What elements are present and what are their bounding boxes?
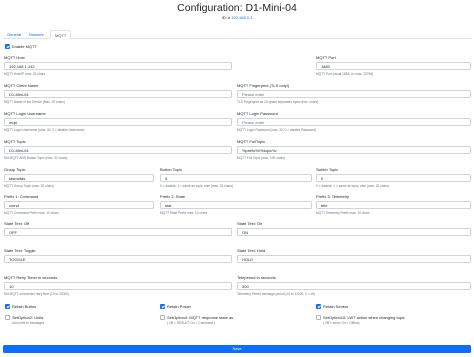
enable-mqtt-checkbox[interactable] bbox=[5, 44, 10, 49]
retain-power-label: Retain Power bbox=[167, 304, 192, 309]
mqtt-host-label: MQTT Host bbox=[4, 55, 25, 60]
setoption4-help: ( Off = RESULT; On = Command ) bbox=[167, 321, 216, 325]
state-off-label: State Text: Off bbox=[4, 221, 30, 226]
group-topic-input[interactable]: tasmotas bbox=[4, 174, 154, 182]
tab-mqtt[interactable]: MQTT bbox=[50, 30, 72, 39]
retain-sensor-label: Retain Sensor bbox=[323, 304, 349, 309]
prefix-telemetry-input[interactable]: tele bbox=[316, 201, 471, 209]
save-button[interactable]: Save bbox=[3, 345, 471, 353]
mqtt-port-label: MQTT Port bbox=[316, 55, 336, 60]
full-topic-input[interactable]: %prefix%/%topic%/ bbox=[237, 146, 471, 154]
teleperiod-label: Teleperiod in seconds bbox=[237, 275, 276, 280]
prefix-command-help: MQTT Command Prefix max. 10 chars bbox=[4, 211, 59, 215]
device-id: ID: # 192.168.0.3 bbox=[0, 15, 474, 20]
setoption10-help: ( Off = send; On = Offline) bbox=[323, 321, 360, 325]
full-topic-label: MQTT FullTopic bbox=[237, 139, 266, 144]
group-topic-label: Group Topic bbox=[4, 167, 26, 172]
state-on-label: State Text: On bbox=[237, 221, 263, 226]
device-id-prefix: ID: # bbox=[221, 15, 232, 20]
login-user-input[interactable]: mqtt bbox=[4, 118, 232, 126]
tab-bar: General Network MQTT bbox=[3, 30, 471, 39]
login-pass-help: MQTT Login Password (max. 32; 0 = disabl… bbox=[237, 128, 317, 132]
device-ip-link[interactable]: 192.168.0.3 bbox=[231, 15, 252, 20]
tab-general[interactable]: General bbox=[3, 30, 25, 39]
prefix-state-help: MQTT State Prefix max. 10 chars bbox=[160, 211, 208, 215]
switch-topic-input[interactable]: 0 bbox=[316, 174, 471, 182]
setoption10-checkbox[interactable] bbox=[316, 315, 321, 320]
login-pass-input[interactable]: Please enter bbox=[237, 118, 471, 126]
state-hold-input[interactable]: HOLD bbox=[237, 255, 471, 263]
login-pass-label: MQTT Login Password bbox=[237, 111, 278, 116]
teleperiod-input[interactable]: 300 bbox=[237, 282, 471, 290]
mqtt-host-help: MQTT Host/IP max. 32 chars bbox=[4, 72, 46, 76]
retry-timer-help: Set MQTT connection retry time (10 to 32… bbox=[4, 292, 69, 296]
fingerprint-input[interactable]: Please enter bbox=[237, 90, 471, 98]
mqtt-topic-label: MQTT Topic bbox=[4, 139, 26, 144]
retry-timer-input[interactable]: 10 bbox=[4, 282, 232, 290]
setoption10-label: SetOption10: LWT action when changing to… bbox=[323, 315, 405, 320]
state-hold-label: State Text: Hold bbox=[237, 248, 266, 253]
state-toggle-input[interactable]: TOGGLE bbox=[4, 255, 232, 263]
group-topic-help: MQTT Group Topic (max. 32 chars) bbox=[4, 184, 55, 188]
prefix-state-label: Prefix 2: State bbox=[160, 194, 186, 199]
retain-power-checkbox[interactable] bbox=[160, 304, 165, 309]
client-name-input[interactable]: D1-Mini-04 bbox=[4, 90, 232, 98]
enable-mqtt-label: Enable MQTT bbox=[12, 44, 37, 49]
mqtt-host-input[interactable]: 192.168.1.142 bbox=[4, 62, 232, 70]
login-user-label: MQTT Login Username bbox=[4, 111, 46, 116]
mqtt-port-input[interactable]: 1883 bbox=[316, 62, 471, 70]
state-toggle-label: State Text: Toggle bbox=[4, 248, 36, 253]
state-on-input[interactable]: ON bbox=[237, 228, 471, 236]
teleperiod-help: Telemetry Period message period (10 to 3… bbox=[237, 292, 315, 296]
setoption2-label: SetOption2: Units bbox=[12, 315, 44, 320]
prefix-telemetry-help: MQTT Telemetry Prefix max. 10 chars bbox=[316, 211, 370, 215]
button-topic-label: Button Topic bbox=[160, 167, 182, 172]
client-name-label: MQTT Client Name bbox=[4, 83, 39, 88]
fingerprint-label: MQTT Fingerprint (TLS only!) bbox=[237, 83, 290, 88]
setoption2-checkbox[interactable] bbox=[5, 315, 10, 320]
setoption4-checkbox[interactable] bbox=[160, 315, 165, 320]
login-user-help: MQTT Login Username (max. 32; 0 = disabl… bbox=[4, 128, 85, 132]
page-title: Configuration: D1-Mini-04 bbox=[177, 2, 297, 14]
prefix-telemetry-label: Prefix 3: Telemetry bbox=[316, 194, 350, 199]
switch-topic-help: 0 = disable; 1 = same as topic; else (ma… bbox=[316, 184, 389, 188]
button-topic-help: 0 = disable; 1 = same as topic; else (ma… bbox=[160, 184, 233, 188]
mqtt-topic-help: Set MQTT AND Button Topic (max. 32 chars… bbox=[4, 156, 68, 160]
fingerprint-help: TLS Fingerprint as 20 space separated by… bbox=[237, 100, 319, 104]
prefix-command-input[interactable]: cmnd bbox=[4, 201, 154, 209]
prefix-command-label: Prefix 1: Command bbox=[4, 194, 39, 199]
state-off-input[interactable]: OFF bbox=[4, 228, 232, 236]
tab-network[interactable]: Network bbox=[25, 30, 48, 39]
setoption2-help: Add units to messages bbox=[12, 321, 45, 325]
button-topic-input[interactable]: 0 bbox=[160, 174, 312, 182]
retain-button-label: Retain Button bbox=[12, 304, 37, 309]
switch-topic-label: Switch Topic bbox=[316, 167, 339, 172]
prefix-state-input[interactable]: stat bbox=[160, 201, 312, 209]
client-name-help: MQTT Name of the Device (Max. 32 chars) bbox=[4, 100, 65, 104]
retain-sensor-checkbox[interactable] bbox=[316, 304, 321, 309]
setoption4-label: SetOption4: MQTT response state as bbox=[167, 315, 234, 320]
retry-timer-label: MQTT Retry Timer in seconds bbox=[4, 275, 58, 280]
retain-button-checkbox[interactable] bbox=[5, 304, 10, 309]
full-topic-help: MQTT Full Topic (max. 100 chars) bbox=[237, 156, 286, 160]
mqtt-topic-input[interactable]: D1-Mini-04 bbox=[4, 146, 232, 154]
mqtt-port-help: MQTT Port (usual 1883; or, max. 32768) bbox=[316, 72, 374, 76]
